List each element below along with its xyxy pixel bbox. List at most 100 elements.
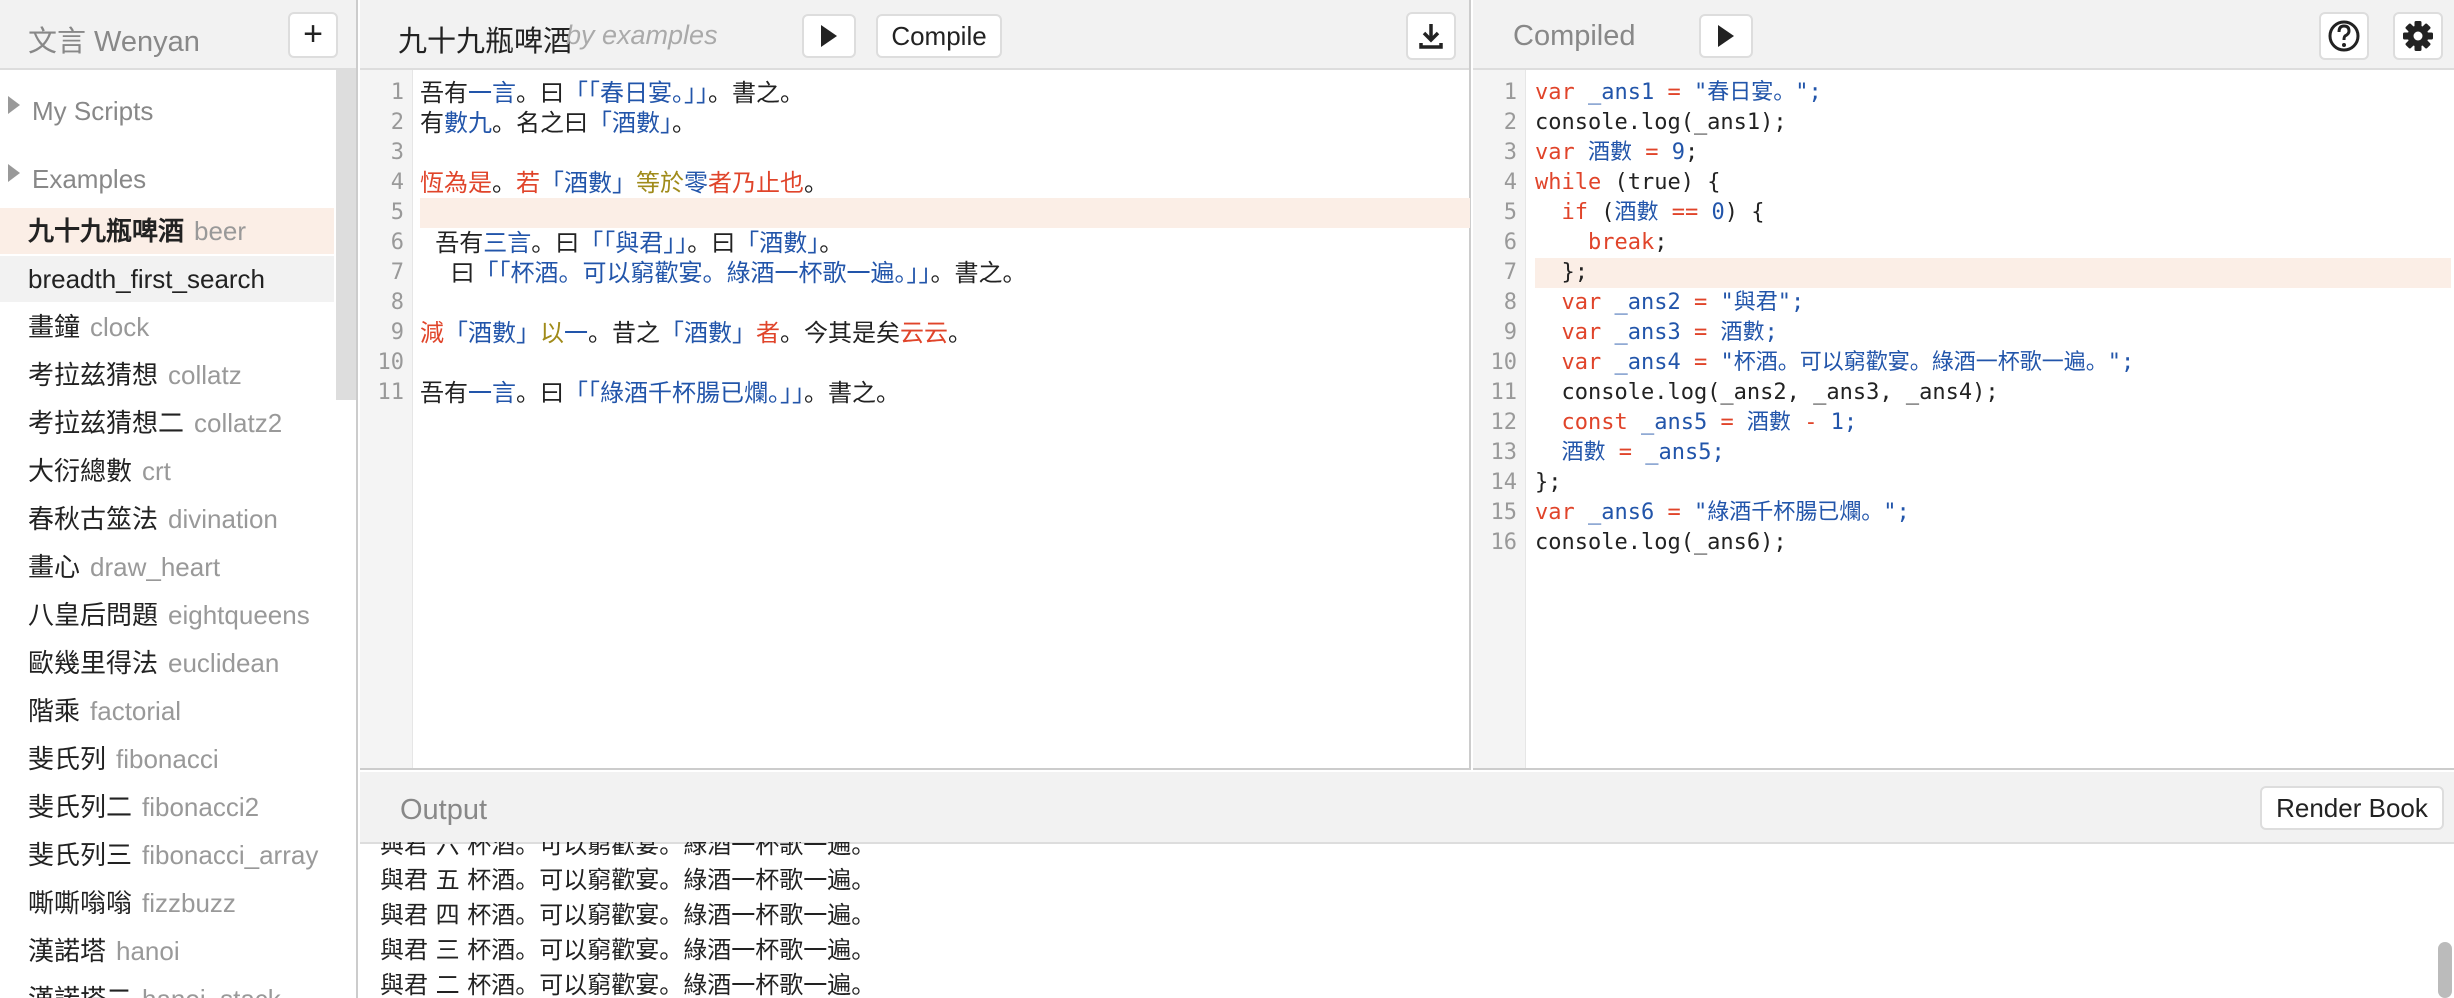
code-token: 數 [444, 109, 468, 137]
play-icon [1718, 25, 1734, 47]
code-token: "杯酒。可以窮歡宴。綠酒一杯歌一遍。"; [1707, 350, 2135, 375]
example-name-en: factorial [90, 696, 182, 726]
code-token: 一言 [468, 379, 516, 407]
code-token: var [1535, 350, 1602, 375]
line-number: 12 [1490, 410, 1518, 435]
example-name-zh: 斐氏列 [28, 744, 107, 774]
help-button[interactable] [2319, 12, 2369, 60]
new-file-button[interactable]: + [288, 12, 338, 58]
line-number: 3 [390, 140, 404, 165]
output-scrollbar[interactable] [2438, 942, 2452, 998]
code-line: }; [1535, 258, 1588, 288]
code-line: break; [1535, 228, 1668, 258]
code-token: var [1535, 80, 1575, 105]
file-title[interactable]: 九十九瓶啤酒 [398, 18, 572, 60]
settings-button[interactable] [2393, 12, 2443, 60]
render-book-button[interactable]: Render Book [2260, 786, 2444, 830]
example-item-collatz2[interactable]: 考拉兹猜想二 collatz2 [0, 400, 334, 446]
line-number: 4 [1503, 170, 1517, 195]
folder-my-scripts[interactable]: My Scripts [0, 70, 334, 130]
line-number: 7 [390, 260, 404, 285]
current-line-highlight [1535, 258, 2451, 288]
code-line: while (true) { [1535, 168, 1720, 198]
output-header: Output Render Book [360, 772, 2454, 844]
example-item-fibonacci-array[interactable]: 斐氏列三 fibonacci_array [0, 832, 334, 878]
code-token: 恆為是 [420, 169, 492, 197]
example-name-en: clock [90, 312, 150, 342]
compiled-code[interactable]: var _ans1 = "春日宴。"; console.log(_ans1); va… [1535, 70, 2451, 768]
example-name-zh: 考拉兹猜想二 [28, 408, 185, 438]
example-item-breadth-first-search[interactable]: breadth_first_search [0, 256, 334, 302]
code-line: var _ans4 = "杯酒。可以窮歡宴。綠酒一杯歌一遍。"; [1535, 348, 2134, 378]
example-name-zh: 九十九瓶啤酒 [28, 216, 185, 246]
code-token: }; [1535, 470, 1562, 495]
code-token: 。名之曰 [492, 109, 588, 137]
code-line: 吾有一言。曰「「綠酒千杯腸已爛。」」。書之。 [420, 378, 900, 408]
code-token: var [1535, 290, 1602, 315]
output-title: Output [400, 794, 488, 826]
editor-code[interactable]: 吾有一言。曰「「春日宴。」」。書之。 有數九。名之曰「酒數」。 恆為是。若「酒數」等… [420, 70, 1470, 768]
example-name-zh: 考拉兹猜想 [28, 360, 159, 390]
code-token: 曰 [420, 259, 475, 287]
code-token: 0 [1711, 200, 1725, 225]
code-line: var _ans1 = "春日宴。"; [1535, 78, 1822, 108]
run-button[interactable] [802, 14, 856, 58]
triangle-right-icon [8, 164, 20, 182]
code-token: 者 [756, 319, 780, 347]
example-item-clock[interactable]: 畫鐘 clock [0, 304, 334, 350]
example-item-crt[interactable]: 大衍總數 crt [0, 448, 334, 494]
sidebar-scrollbar[interactable] [336, 70, 356, 400]
line-number: 8 [390, 290, 404, 315]
example-name-zh: 階乘 [28, 696, 81, 726]
example-item-fizzbuzz[interactable]: 嘶嘶嗡嗡 fizzbuzz [0, 880, 334, 926]
code-token: 「「杯酒。可以窮歡宴。綠酒一杯歌一遍。」」 [474, 259, 931, 287]
code-token: _ans1 [1574, 80, 1668, 105]
code-token: = [1645, 140, 1659, 165]
code-token: 。曰 [516, 379, 564, 407]
code-token: _ans6 [1574, 500, 1668, 525]
folder-examples[interactable]: Examples [0, 138, 334, 198]
example-item-beer[interactable]: 九十九瓶啤酒 beer [0, 208, 334, 254]
sidebar: 文言 Wenyan + My Scripts Examples 九十九瓶啤酒 beer… [0, 0, 358, 998]
code-token: ; [1685, 140, 1699, 165]
example-item-euclidean[interactable]: 歐幾里得法 euclidean [0, 640, 334, 686]
example-name-zh: 斐氏列三 [28, 840, 133, 870]
code-token: 若 [516, 169, 540, 197]
example-item-draw-heart[interactable]: 畫心 draw_heart [0, 544, 334, 590]
line-number: 1 [390, 80, 404, 105]
code-token: 者乃止也 [708, 169, 804, 197]
code-token: ; [1654, 230, 1668, 255]
code-token: _ans2 [1601, 290, 1694, 315]
code-line: 吾有一言。曰「「春日宴。」」。書之。 [420, 78, 804, 108]
example-name-zh: 斐氏列二 [28, 792, 133, 822]
code-token: 吾有 [420, 79, 468, 107]
example-item-fibonacci[interactable]: 斐氏列 fibonacci [0, 736, 334, 782]
code-token: 1; [1817, 410, 1858, 435]
example-item-collatz[interactable]: 考拉兹猜想 collatz [0, 352, 334, 398]
example-name-en: fibonacci [116, 744, 219, 774]
sidebar-header: 文言 Wenyan + [0, 0, 356, 70]
example-item-factorial[interactable]: 階乘 factorial [0, 688, 334, 734]
code-token: const [1535, 410, 1628, 435]
run-compiled-button[interactable] [1699, 14, 1753, 58]
code-token: 「酒數」 [735, 229, 820, 257]
example-item-eightqueens[interactable]: 八皇后問題 eightqueens [0, 592, 334, 638]
code-token: 。書之。 [708, 79, 804, 107]
example-name-en: euclidean [168, 648, 280, 678]
code-token: 「「與君」」 [579, 229, 688, 257]
example-item-divination[interactable]: 春秋古筮法 divination [0, 496, 334, 542]
code-token: var [1535, 500, 1575, 525]
compile-button[interactable]: Compile [876, 14, 1002, 58]
example-name-zh: 漢諾塔二 [28, 984, 132, 998]
code-token: if [1535, 200, 1588, 225]
code-token: 吾有 [420, 229, 484, 257]
code-token: _ans5; [1632, 440, 1725, 465]
code-line: 恆為是。若「酒數」等於零者乃止也。 [420, 168, 828, 198]
output-line: 與君 四 杯酒。可以窮歡宴。綠酒一杯歌一遍。 [380, 901, 876, 929]
code-token: = [1618, 440, 1632, 465]
example-item-fibonacci2[interactable]: 斐氏列二 fibonacci2 [0, 784, 334, 830]
example-item-hanoi[interactable]: 漢諾塔 hanoi [0, 928, 334, 974]
line-number: 15 [1490, 500, 1518, 525]
download-button[interactable] [1406, 12, 1456, 60]
example-item-hanoi-stack[interactable]: 漢諾塔二 hanoi_stack [0, 976, 334, 998]
